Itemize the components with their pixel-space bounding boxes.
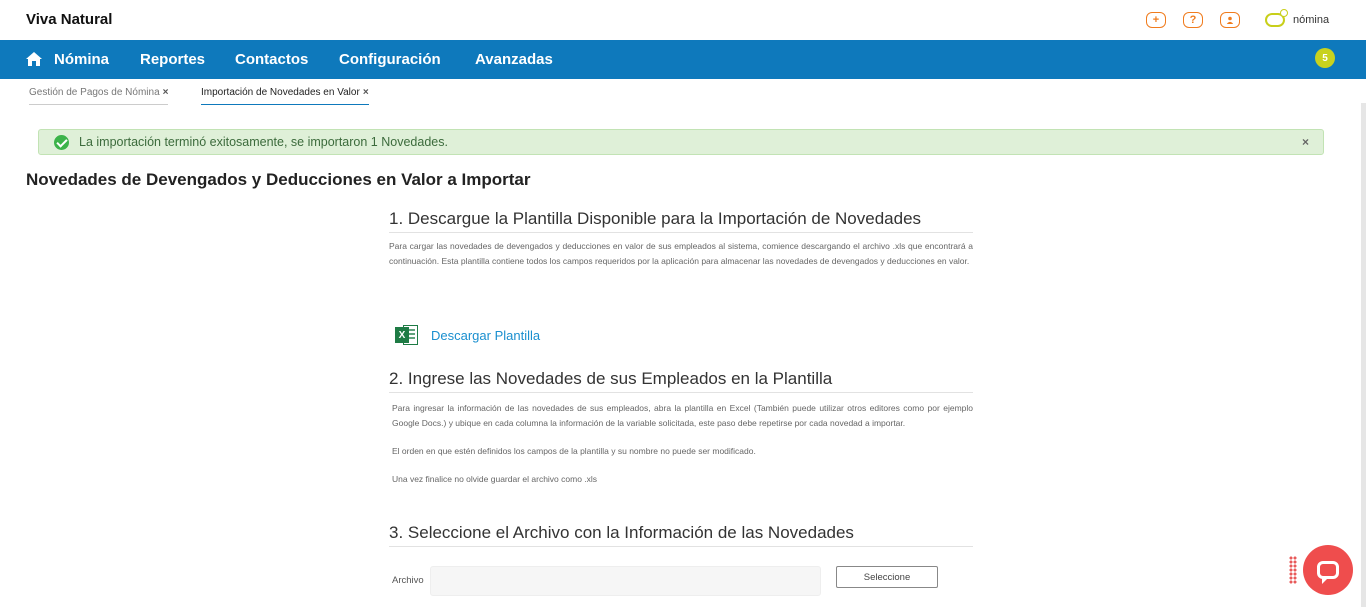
file-input[interactable] xyxy=(430,566,821,596)
nav-item-configuracion[interactable]: Configuración xyxy=(339,51,441,68)
step-2-text-2: El orden en que estén definidos los camp… xyxy=(392,446,756,456)
select-file-button[interactable]: Seleccione xyxy=(836,566,938,588)
user-icon[interactable] xyxy=(1220,12,1240,28)
nav-item-contactos[interactable]: Contactos xyxy=(235,51,308,68)
download-template-link[interactable]: Descargar Plantilla xyxy=(431,328,540,343)
top-bar: Viva Natural + ? nómina xyxy=(0,0,1366,40)
close-icon[interactable]: × xyxy=(163,87,169,98)
step-1-text: Para cargar las novedades de devengados … xyxy=(389,241,973,266)
brand-logo-icon xyxy=(1265,9,1288,27)
step-2-title: 2. Ingrese las Novedades de sus Empleado… xyxy=(389,368,973,393)
close-icon[interactable]: × xyxy=(1302,135,1309,149)
chat-bubble-icon xyxy=(1317,561,1339,579)
nav-item-avanzadas[interactable]: Avanzadas xyxy=(475,51,553,68)
step-2-text-1: Para ingresar la información de las nove… xyxy=(392,403,973,428)
step-3-section: 3. Seleccione el Archivo con la Informac… xyxy=(389,522,973,547)
step-2-text-3: Una vez finalice no olvide guardar el ar… xyxy=(392,473,598,484)
top-icons: + ? nómina xyxy=(1146,9,1330,28)
nav-item-nomina[interactable]: Nómina xyxy=(54,51,109,68)
file-label: Archivo xyxy=(392,575,424,586)
close-icon[interactable]: × xyxy=(363,87,369,98)
home-icon[interactable] xyxy=(25,51,43,67)
chat-button[interactable] xyxy=(1303,545,1353,595)
page-title: Novedades de Devengados y Deducciones en… xyxy=(26,170,531,189)
success-alert: La importación terminó exitosamente, se … xyxy=(38,129,1324,155)
brand-name: nómina xyxy=(1293,14,1330,26)
nav-item-reportes[interactable]: Reportes xyxy=(140,51,205,68)
step-1-section: 1. Descargue la Plantilla Disponible par… xyxy=(389,208,973,268)
add-icon[interactable]: + xyxy=(1146,12,1166,28)
step-3-title: 3. Seleccione el Archivo con la Informac… xyxy=(389,522,973,547)
tab-importacion-novedades[interactable]: Importación de Novedades en Valor × xyxy=(201,87,369,105)
tab-gestion-pagos[interactable]: Gestión de Pagos de Nómina × xyxy=(29,87,169,105)
tab-label: Gestión de Pagos de Nómina xyxy=(29,87,160,98)
download-template[interactable]: X Descargar Plantilla xyxy=(395,323,540,347)
scrollbar[interactable] xyxy=(1361,103,1366,607)
drag-handle-icon[interactable] xyxy=(1289,556,1297,584)
notification-badge[interactable]: 5 xyxy=(1315,48,1335,68)
main-nav: Nómina Reportes Contactos Configuración … xyxy=(0,40,1366,79)
file-select-row: Archivo Seleccione xyxy=(392,566,952,596)
tab-label: Importación de Novedades en Valor xyxy=(201,87,360,98)
help-icon[interactable]: ? xyxy=(1183,12,1203,28)
alert-message: La importación terminó exitosamente, se … xyxy=(79,135,448,149)
excel-x-shape: X xyxy=(395,327,409,343)
user-glyph xyxy=(1226,16,1234,24)
step-1-title: 1. Descargue la Plantilla Disponible par… xyxy=(389,208,973,233)
brand[interactable]: nómina xyxy=(1265,9,1330,27)
company-name: Viva Natural xyxy=(26,11,113,28)
step-2-section: 2. Ingrese las Novedades de sus Empleado… xyxy=(389,368,973,486)
tab-bar: Gestión de Pagos de Nómina × Importación … xyxy=(0,79,1366,105)
check-circle-icon xyxy=(54,134,69,150)
excel-icon: X xyxy=(395,323,419,347)
